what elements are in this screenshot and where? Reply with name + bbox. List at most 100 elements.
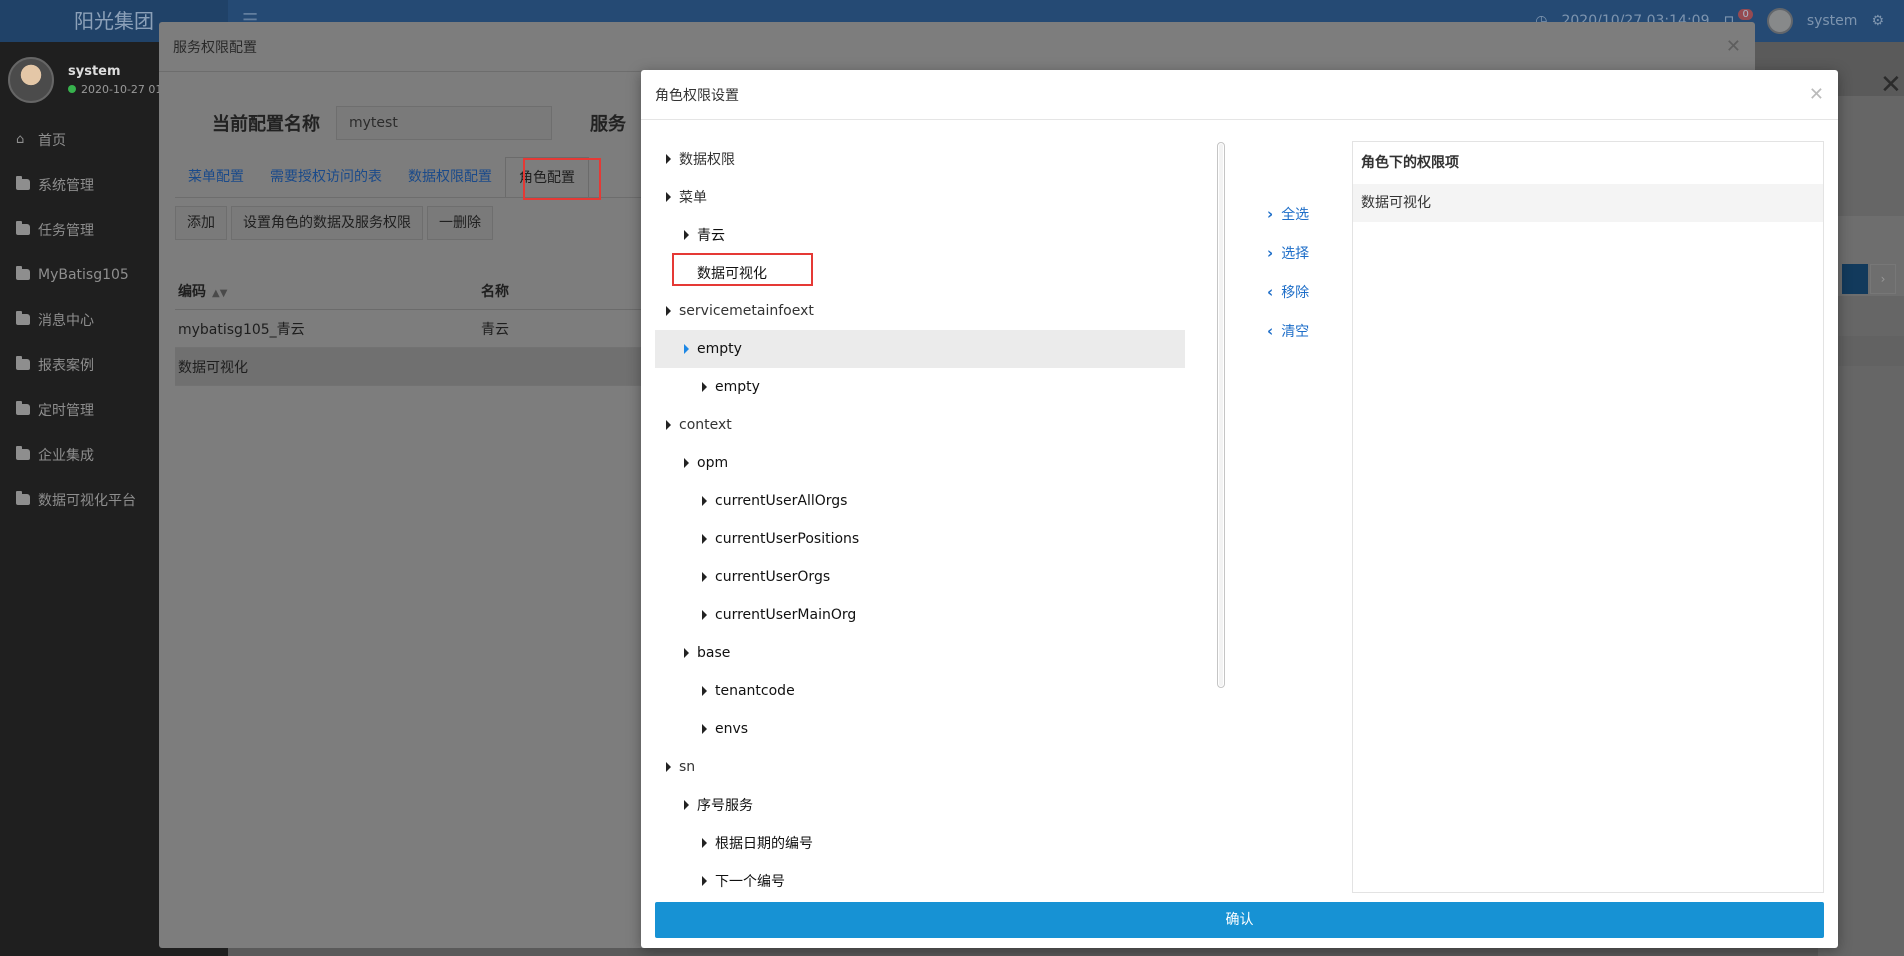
tree-node-label: 下一个编号 xyxy=(715,874,785,890)
tree-node-label: currentUserPositions xyxy=(715,531,860,547)
caret-right-icon[interactable] xyxy=(702,572,707,582)
modal-title: 服务权限配置 xyxy=(173,39,257,56)
tree-node-label: currentUserAllOrgs xyxy=(715,493,848,509)
caret-right-icon[interactable] xyxy=(666,306,671,316)
chevron-right-icon: › xyxy=(1267,204,1274,223)
modal-header: 角色权限设置 ✕ xyxy=(641,70,1838,120)
config-name-input[interactable]: mytest xyxy=(336,106,552,140)
folder-icon xyxy=(16,446,30,460)
caret-right-icon[interactable] xyxy=(702,382,707,392)
gear-icon[interactable]: ⚙ xyxy=(1871,13,1884,29)
tree-node[interactable]: currentUserAllOrgs xyxy=(655,482,1185,520)
tree-node[interactable]: 青云 xyxy=(655,216,1185,254)
chevron-left-icon: ‹ xyxy=(1267,282,1274,301)
tree-node-label: empty xyxy=(715,379,760,395)
caret-right-icon[interactable] xyxy=(702,534,707,544)
notification-badge: 0 xyxy=(1738,8,1753,20)
tab-menu-config[interactable]: 菜单配置 xyxy=(175,157,257,197)
caret-right-icon[interactable] xyxy=(684,230,689,240)
tree-node-label: 青云 xyxy=(697,228,725,244)
tree-node[interactable]: 菜单 xyxy=(655,178,1185,216)
remove-button[interactable]: ‹ 移除 xyxy=(1267,272,1309,311)
caret-right-icon[interactable] xyxy=(666,762,671,772)
sidebar-login-time: 2020-10-27 01: xyxy=(81,82,167,96)
header-username[interactable]: system xyxy=(1807,13,1858,29)
confirm-button[interactable]: 确认 xyxy=(655,902,1824,938)
role-table: 编码 ▲▼ 名称 mybatisg105_青云 青云 数据可视化 xyxy=(175,272,675,386)
sort-icon[interactable]: ▲▼ xyxy=(212,288,227,299)
sidebar-item-label: 首页 xyxy=(38,132,66,149)
tree-node[interactable]: servicemetainfoext xyxy=(655,292,1185,330)
action-label: 移除 xyxy=(1281,284,1310,301)
cell-code: 数据可视化 xyxy=(178,359,248,376)
caret-right-icon[interactable] xyxy=(684,648,689,658)
tree-scrollbar[interactable] xyxy=(1217,142,1225,688)
sidebar-item-label: MyBatisg105 xyxy=(38,266,129,283)
tree-node-label: 根据日期的编号 xyxy=(715,836,813,852)
caret-right-icon[interactable] xyxy=(684,344,689,354)
tree-node[interactable]: 下一个编号 xyxy=(655,862,1185,890)
select-button[interactable]: › 选择 xyxy=(1267,233,1309,272)
caret-right-icon[interactable] xyxy=(702,610,707,620)
caret-right-icon[interactable] xyxy=(702,686,707,696)
tree-node[interactable]: opm xyxy=(655,444,1185,482)
selected-permissions-header: 角色下的权限项 xyxy=(1361,155,1459,171)
tree-node[interactable]: 序号服务 xyxy=(655,786,1185,824)
sidebar-item-label: 数据可视化平台 xyxy=(38,492,136,509)
table-row[interactable]: 数据可视化 xyxy=(175,348,675,386)
config-form: 当前配置名称 mytest 服务 my xyxy=(212,106,672,140)
tree-node-label: empty xyxy=(697,341,742,357)
tree-node[interactable]: envs xyxy=(655,710,1185,748)
select-all-button[interactable]: › 全选 xyxy=(1267,194,1309,233)
tree-node[interactable]: empty xyxy=(655,330,1185,368)
tree-node-label: currentUserOrgs xyxy=(715,569,831,585)
tree-node[interactable]: context xyxy=(655,406,1185,444)
table-row[interactable]: mybatisg105_青云 青云 xyxy=(175,310,675,348)
close-icon[interactable]: ✕ xyxy=(1880,70,1902,100)
tree-node-label: 菜单 xyxy=(679,190,707,206)
tree-node[interactable]: base xyxy=(655,634,1185,672)
tree-node[interactable]: currentUserOrgs xyxy=(655,558,1185,596)
sidebar-item-label: 报表案例 xyxy=(38,357,94,374)
close-icon[interactable]: ✕ xyxy=(1726,36,1741,57)
caret-right-icon[interactable] xyxy=(702,838,707,848)
annotation-highlight-box xyxy=(672,253,813,286)
tree-node-label: opm xyxy=(697,455,729,471)
column-header-code[interactable]: 编码 ▲▼ xyxy=(175,281,481,301)
home-icon: ⌂ xyxy=(16,132,25,147)
header-avatar[interactable] xyxy=(1766,8,1793,34)
tree-node[interactable]: sn xyxy=(655,748,1185,786)
add-button[interactable]: 添加 xyxy=(175,206,227,240)
scrollbar-thumb[interactable] xyxy=(1219,144,1223,686)
tree-node[interactable]: empty xyxy=(655,368,1185,406)
folder-icon xyxy=(16,491,30,505)
tab-data-permission[interactable]: 数据权限配置 xyxy=(395,157,505,197)
table-header: 编码 ▲▼ 名称 xyxy=(175,272,675,310)
folder-icon xyxy=(16,176,30,190)
caret-right-icon[interactable] xyxy=(684,800,689,810)
tree-node[interactable]: currentUserPositions xyxy=(655,520,1185,558)
tab-authorized-tables[interactable]: 需要授权访问的表 xyxy=(257,157,395,197)
caret-right-icon[interactable] xyxy=(702,724,707,734)
clear-button[interactable]: ‹ 清空 xyxy=(1267,311,1309,350)
caret-right-icon[interactable] xyxy=(702,876,707,886)
tree-node[interactable]: 根据日期的编号 xyxy=(655,824,1185,862)
caret-right-icon[interactable] xyxy=(666,420,671,430)
tree-node[interactable]: currentUserMainOrg xyxy=(655,596,1185,634)
folder-icon xyxy=(16,221,30,235)
tree-node[interactable]: tenantcode xyxy=(655,672,1185,710)
annotation-highlight-box xyxy=(523,158,601,200)
list-item[interactable]: 数据可视化 xyxy=(1353,184,1823,222)
delete-button[interactable]: 一删除 xyxy=(427,206,493,240)
pagination-next-icon[interactable]: › xyxy=(1870,264,1896,294)
caret-right-icon[interactable] xyxy=(702,496,707,506)
caret-right-icon[interactable] xyxy=(666,192,671,202)
tree-node[interactable]: 数据权限 xyxy=(655,140,1185,178)
caret-right-icon[interactable] xyxy=(666,154,671,164)
close-icon[interactable]: ✕ xyxy=(1809,84,1824,105)
caret-right-icon[interactable] xyxy=(684,458,689,468)
sidebar-item-label: 消息中心 xyxy=(38,312,94,329)
pagination-current[interactable] xyxy=(1842,264,1868,294)
action-label: 选择 xyxy=(1281,245,1310,262)
set-role-permission-button[interactable]: 设置角色的数据及服务权限 xyxy=(231,206,423,240)
